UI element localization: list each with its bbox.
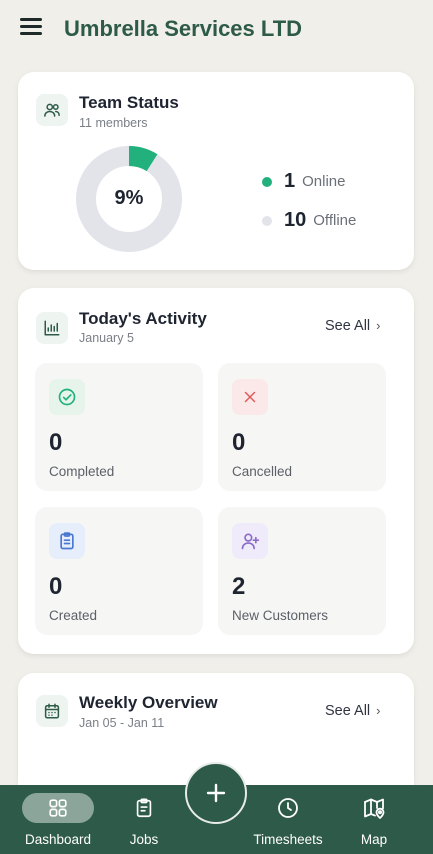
hamburger-menu-icon[interactable] bbox=[20, 18, 42, 36]
created-count: 0 bbox=[49, 573, 63, 600]
cancelled-label: Cancelled bbox=[232, 464, 293, 479]
chart-icon bbox=[36, 312, 68, 344]
see-all-label: See All bbox=[325, 703, 371, 719]
todays-activity-date: January 5 bbox=[79, 331, 134, 345]
todays-activity-card: Today's Activity January 5 See All › 0 Co… bbox=[18, 288, 414, 654]
clipboard-icon bbox=[114, 793, 174, 823]
online-dot bbox=[262, 176, 272, 187]
cancelled-tile[interactable]: 0 Cancelled bbox=[218, 363, 386, 491]
weekly-overview-title: Weekly Overview bbox=[79, 693, 218, 712]
weekly-overview-range: Jan 05 - Jan 11 bbox=[79, 716, 165, 730]
created-label: Created bbox=[49, 608, 98, 623]
clipboard-icon bbox=[49, 523, 85, 559]
online-label: Online bbox=[302, 173, 346, 190]
weekly-see-all-link[interactable]: See All › bbox=[325, 703, 381, 719]
chevron-right-icon: › bbox=[376, 318, 381, 333]
team-status-title: Team Status bbox=[79, 93, 179, 112]
offline-count: 10 bbox=[284, 209, 307, 231]
todays-activity-title: Today's Activity bbox=[79, 309, 207, 328]
nav-item-jobs[interactable]: Jobs bbox=[114, 785, 174, 854]
nav-label-dashboard: Dashboard bbox=[24, 832, 92, 847]
calendar-icon bbox=[36, 695, 68, 727]
team-icon bbox=[36, 94, 68, 126]
created-tile[interactable]: 0 Created bbox=[35, 507, 203, 635]
completed-tile[interactable]: 0 Completed bbox=[35, 363, 203, 491]
offline-dot bbox=[262, 215, 272, 226]
new-customers-tile[interactable]: 2 New Customers bbox=[218, 507, 386, 635]
completed-label: Completed bbox=[49, 464, 115, 479]
online-count: 1 bbox=[284, 170, 296, 192]
plus-icon bbox=[206, 783, 226, 803]
nav-item-dashboard[interactable]: Dashboard bbox=[16, 785, 100, 854]
new-customers-count: 2 bbox=[232, 573, 246, 600]
user-plus-icon bbox=[232, 523, 268, 559]
legend-online: 1 Online bbox=[262, 170, 345, 193]
nav-label-jobs: Jobs bbox=[129, 832, 159, 847]
add-fab-button[interactable] bbox=[185, 762, 247, 824]
clock-icon bbox=[246, 793, 330, 823]
activity-see-all-link[interactable]: See All › bbox=[325, 318, 381, 334]
app-title: Umbrella Services LTD bbox=[64, 16, 303, 41]
grid-icon bbox=[22, 793, 94, 823]
legend-offline: 10 Offline bbox=[262, 209, 356, 232]
nav-label-map: Map bbox=[360, 832, 388, 847]
chevron-right-icon: › bbox=[376, 703, 381, 718]
new-customers-label: New Customers bbox=[232, 608, 329, 623]
map-pin-icon bbox=[346, 793, 402, 823]
see-all-label: See All bbox=[325, 318, 371, 334]
app-header: Umbrella Services LTD bbox=[0, 0, 433, 60]
nav-item-map[interactable]: Map bbox=[346, 785, 402, 854]
check-circle-icon bbox=[49, 379, 85, 415]
completed-count: 0 bbox=[49, 429, 63, 456]
online-percent-label: 9% bbox=[114, 187, 144, 209]
offline-label: Offline bbox=[313, 212, 357, 229]
nav-item-timesheets[interactable]: Timesheets bbox=[246, 785, 330, 854]
x-icon bbox=[232, 379, 268, 415]
team-member-count: 11 members bbox=[79, 116, 148, 130]
cancelled-count: 0 bbox=[232, 429, 246, 456]
nav-label-timesheets: Timesheets bbox=[253, 832, 323, 847]
